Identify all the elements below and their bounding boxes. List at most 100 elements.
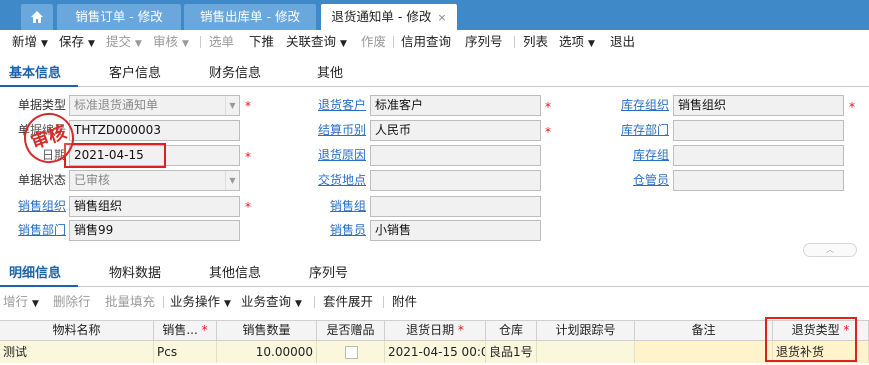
chevron-down-icon[interactable]: ▼	[225, 96, 239, 115]
toolbar-divider	[163, 296, 164, 308]
batch-fill-button[interactable]: 批量填充	[105, 290, 155, 314]
stock-group-field[interactable]	[673, 145, 844, 166]
related-query-button[interactable]: 关联查询 ▼	[286, 30, 347, 54]
chevron-down-icon[interactable]: ▼	[225, 171, 239, 190]
col-material-name[interactable]: 物料名称	[0, 320, 154, 341]
return-reason-link[interactable]: 退货原因	[300, 145, 366, 165]
col-plan-no[interactable]: 计划跟踪号	[537, 320, 635, 341]
chevron-down-icon: ▼	[182, 39, 189, 49]
toolbar-divider	[314, 296, 315, 308]
col-return-date[interactable]: 退货日期 *	[385, 320, 486, 341]
submit-label: 提交	[106, 34, 132, 49]
chevron-down-icon: ▼	[295, 299, 302, 309]
cell-return-date[interactable]: 2021-04-15 00:00	[385, 341, 486, 363]
sales-group-field[interactable]	[370, 196, 541, 217]
chevron-down-icon: ▼	[32, 299, 39, 309]
salesman-link[interactable]: 销售员	[300, 220, 366, 240]
home-tab[interactable]	[21, 4, 53, 30]
audit-button[interactable]: 审核 ▼	[153, 30, 189, 54]
return-reason-field[interactable]	[370, 145, 541, 166]
tab-customer-info[interactable]: 客户信息	[109, 64, 161, 84]
required-mark: *	[545, 125, 551, 139]
delivery-place-field[interactable]	[370, 170, 541, 191]
return-customer-link[interactable]: 退货客户	[300, 95, 366, 115]
submit-button[interactable]: 提交 ▼	[106, 30, 142, 54]
cell-plan-no[interactable]	[537, 341, 635, 363]
delivery-place-link[interactable]: 交货地点	[300, 170, 366, 190]
stock-org-field[interactable]: 销售组织	[673, 95, 844, 116]
required-mark: *	[457, 323, 464, 337]
doc-type-value: 标准退货通知单	[74, 98, 159, 112]
related-query-label: 关联查询	[286, 34, 337, 49]
attachment-button[interactable]: 附件	[392, 290, 417, 314]
warehouse-keeper-link[interactable]: 仓管员	[601, 170, 669, 190]
toolbar-divider	[514, 36, 515, 48]
business-query-label: 业务查询	[241, 294, 292, 309]
collapse-toggle[interactable]: ︿	[803, 243, 857, 257]
business-query-button[interactable]: 业务查询 ▼	[241, 290, 302, 314]
options-button[interactable]: 选项 ▼	[559, 30, 595, 54]
required-mark: *	[245, 200, 251, 214]
required-mark: *	[245, 150, 251, 164]
cell-remark[interactable]	[635, 341, 773, 363]
tab-finance-info[interactable]: 财务信息	[209, 64, 261, 84]
currency-link[interactable]: 结算币别	[300, 120, 366, 140]
col-warehouse[interactable]: 仓库	[486, 320, 537, 341]
sales-org-link[interactable]: 销售组织	[0, 196, 66, 216]
add-row-button[interactable]: 增行 ▼	[3, 290, 39, 314]
stock-dept-link[interactable]: 库存部门	[601, 120, 669, 140]
new-label: 新增	[12, 34, 38, 49]
col-remark[interactable]: 备注	[635, 320, 773, 341]
cell-qty[interactable]: 10.00000	[217, 341, 317, 363]
cell-unit[interactable]: Pcs	[154, 341, 217, 363]
options-label: 选项	[559, 34, 585, 49]
sales-group-link[interactable]: 销售组	[300, 196, 366, 216]
stock-group-link[interactable]: 库存组	[601, 145, 669, 165]
tab-basic-info[interactable]: 基本信息	[9, 64, 61, 84]
tab-other[interactable]: 其他	[317, 64, 343, 84]
new-button[interactable]: 新增 ▼	[12, 30, 48, 54]
kit-expand-button[interactable]: 套件展开	[323, 290, 373, 314]
credit-query-button[interactable]: 信用查询	[401, 30, 451, 54]
tab-serial-no[interactable]: 序列号	[309, 264, 348, 284]
doc-status-value: 已审核	[74, 173, 111, 187]
delete-row-button[interactable]: 删除行	[53, 290, 91, 314]
sales-dept-link[interactable]: 销售部门	[0, 220, 66, 240]
col-is-gift[interactable]: 是否赠品	[317, 320, 385, 341]
business-ops-button[interactable]: 业务操作 ▼	[170, 290, 231, 314]
tab-label: 销售订单 - 修改	[75, 9, 163, 24]
stock-dept-field[interactable]	[673, 120, 844, 141]
gift-checkbox[interactable]	[345, 346, 358, 359]
warehouse-keeper-field[interactable]	[673, 170, 844, 191]
col-sales-qty[interactable]: 销售数量	[217, 320, 317, 341]
tab-sales-order[interactable]: 销售订单 - 修改	[57, 4, 181, 30]
return-customer-field[interactable]: 标准客户	[370, 95, 541, 116]
tab-return-notice[interactable]: 退货通知单 - 修改 ×	[321, 4, 457, 30]
tab-sales-outbound[interactable]: 销售出库单 - 修改	[184, 4, 316, 30]
salesman-field[interactable]: 小销售	[370, 220, 541, 241]
col-sales-unit[interactable]: 销售... *	[154, 320, 217, 341]
tab-detail-info[interactable]: 明细信息	[9, 264, 61, 284]
exit-button[interactable]: 退出	[610, 30, 635, 54]
select-button[interactable]: 选单	[209, 30, 234, 54]
tab-material-data[interactable]: 物料数据	[109, 264, 161, 284]
tab-other-info[interactable]: 其他信息	[209, 264, 261, 284]
doc-no-field[interactable]: THTZD000003	[69, 120, 240, 141]
serial-no-button[interactable]: 序列号	[465, 30, 503, 54]
save-button[interactable]: 保存 ▼	[59, 30, 95, 54]
list-button[interactable]: 列表	[523, 30, 548, 54]
void-button[interactable]: 作废	[361, 30, 386, 54]
divider	[0, 86, 869, 87]
sales-org-field[interactable]: 销售组织	[69, 196, 240, 217]
close-icon[interactable]: ×	[437, 5, 446, 30]
cell-warehouse[interactable]: 良品1号	[486, 341, 537, 363]
cell-material[interactable]: 测试	[0, 341, 154, 363]
stock-org-link[interactable]: 库存组织	[601, 95, 669, 115]
col-sales-unit-label: 销售...	[162, 323, 198, 337]
doc-status-select[interactable]: 已审核 ▼	[69, 170, 240, 191]
sales-dept-field[interactable]: 销售99	[69, 220, 240, 241]
required-mark: *	[245, 99, 251, 113]
currency-field[interactable]: 人民币	[370, 120, 541, 141]
push-button[interactable]: 下推	[249, 30, 274, 54]
doc-type-select[interactable]: 标准退货通知单 ▼	[69, 95, 240, 116]
